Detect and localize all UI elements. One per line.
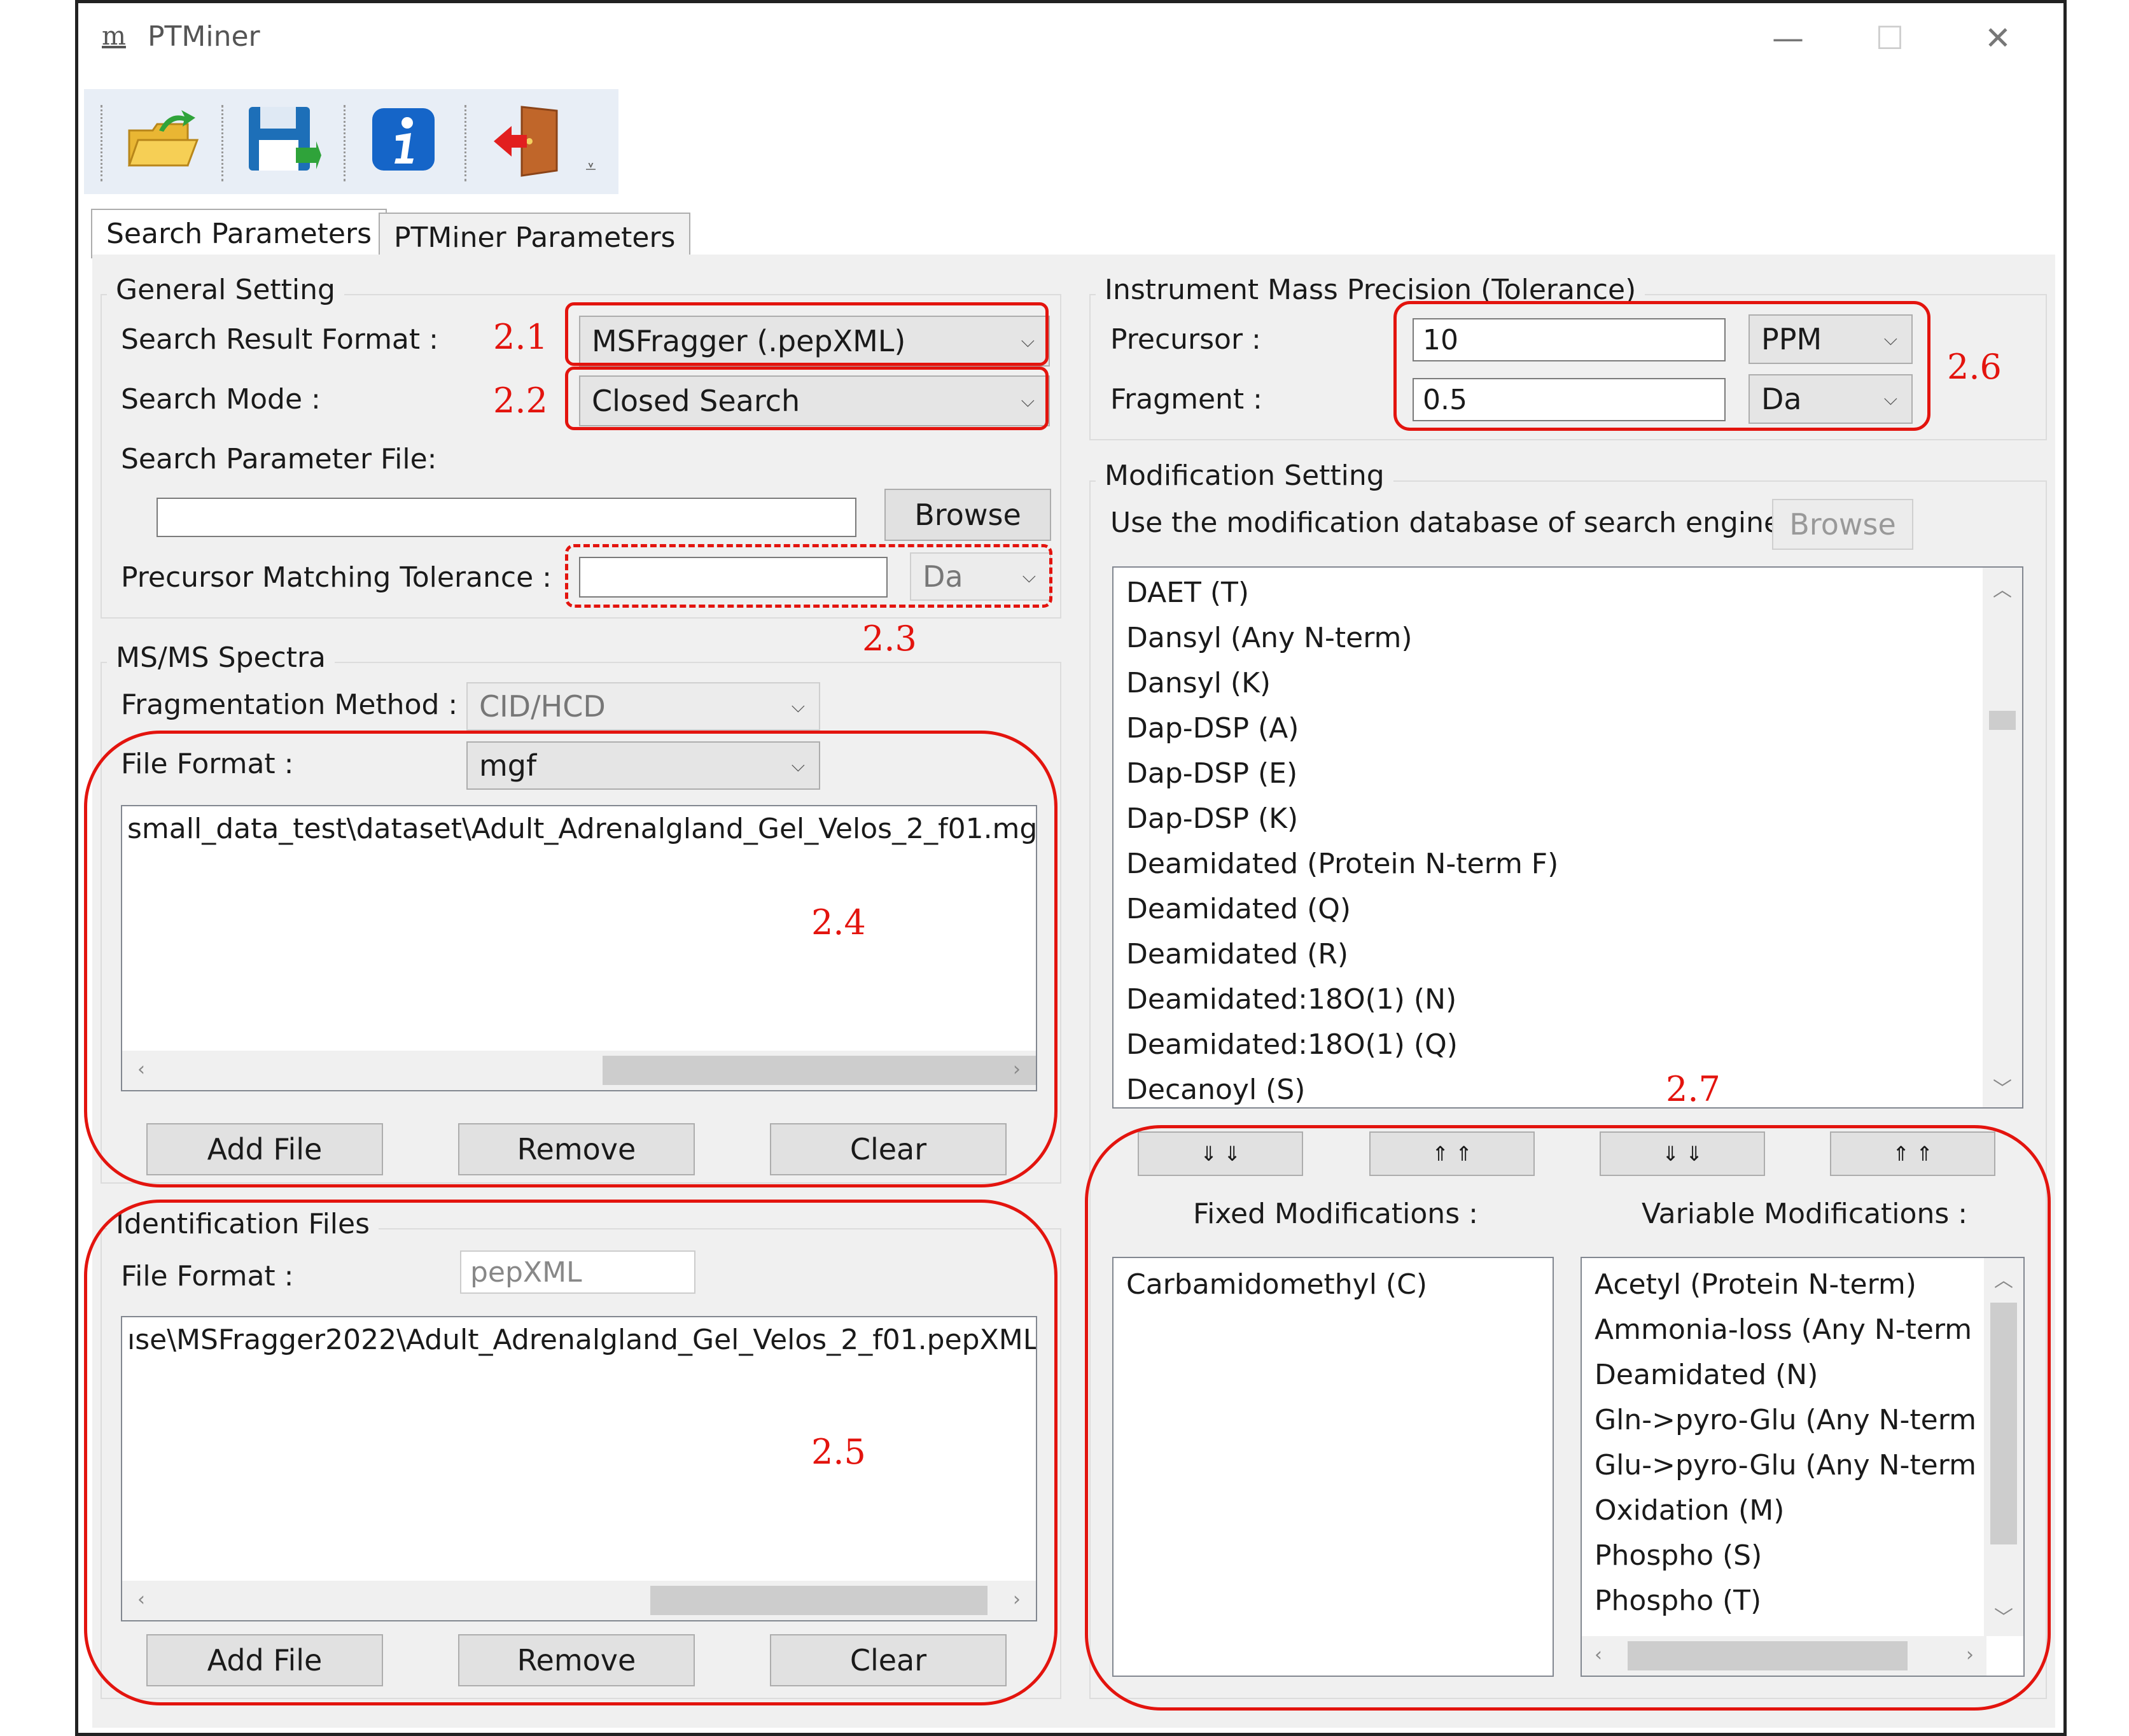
search-parameter-file-label: Search Parameter File:: [121, 443, 437, 475]
scroll-up-icon[interactable]: ︿: [1983, 574, 2022, 602]
annotation-label-2-5: 2.5: [811, 1432, 866, 1472]
annotation-label-2-1: 2.1: [493, 317, 548, 357]
tab-search-parameters[interactable]: Search Parameters: [91, 209, 387, 258]
toolbar-separator: [464, 105, 467, 181]
search-parameter-file-input[interactable]: [157, 498, 856, 537]
annotation-label-2-4: 2.4: [811, 902, 866, 942]
annotation-box-2-7: [1085, 1125, 2051, 1711]
search-mode-label: Search Mode :: [121, 383, 321, 416]
list-item[interactable]: Dansyl (Any N-term): [1113, 615, 1966, 661]
fragment-label: Fragment :: [1110, 383, 1262, 416]
modification-setting-title: Modification Setting: [1096, 459, 1393, 492]
scrollbar-thumb[interactable]: [1989, 711, 2016, 730]
list-item[interactable]: Deamidated:18O(1) (Q): [1113, 1022, 1966, 1067]
annotation-box-2-5: [84, 1200, 1058, 1705]
annotation-label-2-6: 2.6: [1947, 347, 2002, 387]
tab-ptminer-parameters[interactable]: PTMiner Parameters: [379, 213, 691, 258]
general-setting-title: General Setting: [107, 274, 344, 306]
app-icon: m: [102, 22, 126, 51]
chevron-down-icon: ⌵: [791, 696, 805, 717]
window-title: PTMiner: [148, 20, 260, 53]
toolbar-grip: [101, 105, 103, 181]
list-item[interactable]: Dap-DSP (A): [1113, 706, 1966, 751]
annotation-label-2-2: 2.2: [493, 381, 548, 421]
save-icon[interactable]: [245, 103, 321, 176]
annotation-box-2-2: [565, 367, 1049, 430]
fragmentation-method-label: Fragmentation Method :: [121, 689, 458, 721]
open-folder-icon[interactable]: [124, 105, 200, 175]
annotation-label-2-7: 2.7: [1666, 1069, 1721, 1109]
annotation-box-2-4: [84, 731, 1058, 1187]
fragmentation-method-select[interactable]: CID/HCD ⌵: [466, 682, 820, 731]
list-item[interactable]: Deamidated (R): [1113, 932, 1966, 977]
search-result-format-label: Search Result Format :: [121, 323, 438, 356]
scroll-down-icon[interactable]: ﹀: [1983, 1073, 2022, 1101]
list-item[interactable]: DAET (T): [1113, 570, 1966, 615]
modification-database-list[interactable]: DAET (T) Dansyl (Any N-term) Dansyl (K) Dap…: [1112, 566, 2023, 1109]
modification-database-browse-button[interactable]: Browse: [1772, 499, 1913, 550]
list-item[interactable]: Decanoyl (S): [1113, 1067, 1966, 1107]
list-item[interactable]: Deamidated (Protein N-term F): [1113, 841, 1966, 886]
list-item[interactable]: Dap-DSP (E): [1113, 751, 1966, 796]
annotation-box-2-3: [565, 544, 1052, 608]
browse-parameter-file-button[interactable]: Browse: [884, 489, 1051, 541]
toolbar-separator: [344, 105, 346, 181]
list-item[interactable]: Dansyl (K): [1113, 661, 1966, 706]
annotation-label-2-3: 2.3: [862, 619, 917, 659]
annotation-box-2-6: [1393, 301, 1930, 431]
precursor-matching-tolerance-label: Precursor Matching Tolerance :: [121, 561, 552, 594]
msms-spectra-title: MS/MS Spectra: [107, 641, 335, 674]
annotation-box-2-1: [565, 302, 1049, 366]
list-item[interactable]: Deamidated (Q): [1113, 886, 1966, 932]
info-icon[interactable]: [369, 105, 439, 175]
modification-items: DAET (T) Dansyl (Any N-term) Dansyl (K) Dap…: [1113, 570, 1966, 1107]
minimize-button[interactable]: —: [1763, 19, 1813, 57]
exit-door-icon[interactable]: [490, 102, 566, 178]
close-button[interactable]: ✕: [1972, 19, 2023, 57]
toolbar-overflow-icon[interactable]: ⩡: [585, 156, 596, 178]
list-item[interactable]: Deamidated:18O(1) (N): [1113, 977, 1966, 1022]
list-item[interactable]: Dap-DSP (K): [1113, 796, 1966, 841]
toolbar-separator: [221, 105, 224, 181]
precursor-label: Precursor :: [1110, 323, 1261, 356]
maximize-button[interactable]: ☐: [1864, 19, 1915, 57]
modification-database-label: Use the modification database of search …: [1110, 507, 1782, 539]
modification-list-vertical-scrollbar[interactable]: ︿ ﹀: [1983, 568, 2022, 1107]
